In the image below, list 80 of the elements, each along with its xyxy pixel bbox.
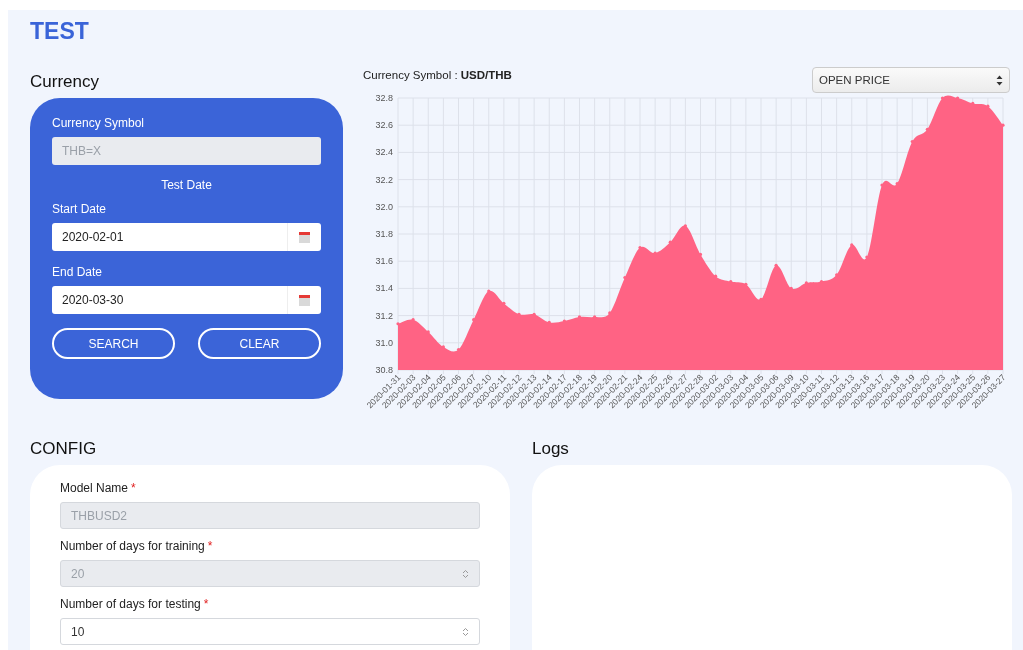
data-point (986, 104, 990, 108)
calendar-icon (299, 231, 310, 243)
data-point (744, 282, 748, 286)
search-button[interactable]: SEARCH (52, 328, 175, 359)
section-heading: Logs (532, 439, 570, 459)
data-point (880, 183, 884, 187)
required-mark: * (131, 481, 136, 495)
data-point (698, 252, 703, 256)
field-label: Start Date (52, 202, 108, 216)
data-point (1001, 123, 1005, 127)
y-tick-label: 31.6 (375, 256, 393, 267)
field-label: Number of days for training (60, 539, 205, 553)
data-point (850, 243, 854, 247)
data-point (910, 139, 914, 144)
data-point (426, 330, 430, 334)
config-input[interactable]: 10 (60, 618, 480, 645)
page-title: TEST (30, 17, 90, 46)
clear-button[interactable]: CLEAR (198, 328, 321, 359)
data-point (517, 312, 521, 316)
section-heading: CONFIG (30, 439, 98, 459)
y-tick-label: 31.2 (375, 310, 393, 321)
data-point (456, 348, 461, 352)
data-point (593, 315, 597, 319)
y-tick-label: 31.8 (375, 229, 393, 239)
data-point (411, 318, 415, 322)
data-point (638, 246, 642, 250)
spinner-icon (462, 568, 469, 579)
data-point (925, 127, 929, 131)
currency-symbol-text: Currency Symbol : USD/THB (363, 69, 512, 81)
calendar-button[interactable] (287, 223, 321, 251)
field-label: Model Name (60, 481, 129, 495)
data-point (653, 251, 657, 255)
data-point (759, 297, 763, 301)
start-date-input[interactable]: 2020-02-01 (52, 223, 287, 251)
data-point (971, 101, 975, 106)
data-point (577, 315, 582, 319)
updown-caret-icon (996, 74, 1003, 86)
data-point (819, 280, 824, 284)
data-point (396, 322, 400, 326)
test-date-label: Test Date (160, 178, 213, 192)
data-point (729, 280, 733, 284)
data-point (789, 286, 793, 290)
calendar-icon (299, 294, 310, 306)
field-label: Number of days for testing (60, 597, 201, 611)
data-point (804, 281, 808, 285)
data-point (895, 182, 899, 186)
data-point (487, 289, 491, 293)
required-mark: * (203, 597, 209, 611)
y-tick-label: 32.2 (375, 174, 393, 185)
data-point (472, 318, 476, 322)
calendar-button[interactable] (287, 286, 321, 314)
y-tick-label: 30.8 (375, 365, 393, 375)
field-label: Currency Symbol (52, 116, 146, 130)
data-point (547, 320, 551, 324)
data-point (774, 263, 778, 267)
y-tick-label: 32.8 (375, 93, 393, 103)
spinner-icon (462, 626, 469, 637)
y-tick-label: 32.4 (375, 147, 393, 158)
data-point (865, 255, 869, 259)
end-date-input[interactable]: 2020-03-30 (52, 286, 287, 314)
y-tick-label: 32.0 (375, 201, 393, 212)
data-point (608, 311, 612, 315)
required-mark: * (207, 539, 213, 553)
data-point (562, 319, 566, 323)
section-heading: Currency (30, 72, 100, 92)
data-point (835, 273, 839, 277)
y-tick-label: 32.6 (375, 120, 393, 131)
y-tick-label: 31.0 (375, 337, 393, 348)
price-select[interactable]: OPEN PRICE (812, 67, 1010, 93)
data-point (668, 240, 672, 244)
y-tick-label: 31.4 (375, 283, 393, 294)
data-point (441, 345, 445, 349)
data-point (623, 275, 627, 280)
data-point (714, 274, 718, 278)
data-point (683, 224, 687, 228)
field-label: End Date (52, 265, 104, 279)
data-point (956, 96, 960, 100)
data-point (532, 312, 536, 316)
data-point (502, 301, 506, 305)
data-point (940, 96, 945, 100)
